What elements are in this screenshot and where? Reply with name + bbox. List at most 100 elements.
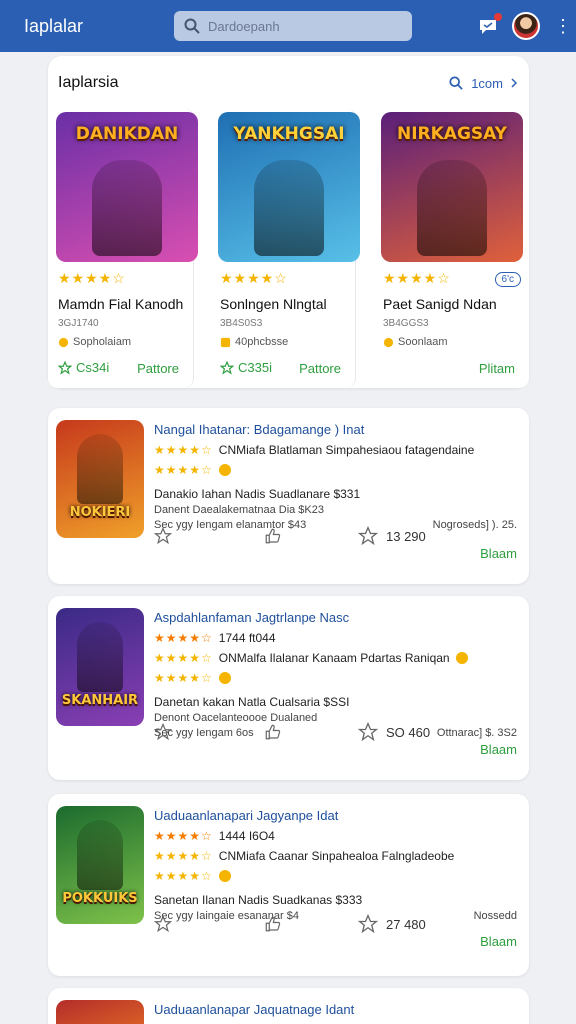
install-button[interactable]: Pattore [299, 361, 341, 376]
developer: 40phcbsse [220, 336, 288, 348]
get-button[interactable]: Blaam [480, 546, 517, 561]
game-list-item[interactable]: SKANHAIR Aspdahlanfaman Jagtrlanpe Nasc … [48, 596, 529, 780]
star-outline-icon [220, 360, 234, 375]
favorite-count[interactable]: 13 290 [358, 526, 426, 546]
cover-title: DANIKDAN [75, 124, 179, 144]
developer-name: 40phcbsse [235, 336, 289, 348]
rating-row-tertiary: ★★★★☆ [154, 671, 517, 685]
notification-button[interactable] [478, 13, 502, 36]
game-cover-art: YANKHGSAI [218, 112, 360, 262]
avatar[interactable] [512, 12, 540, 40]
title-extra: Jagyanpe Idat [256, 808, 339, 823]
count-label: SO 460 [386, 724, 431, 740]
thumbs-up-icon[interactable] [264, 527, 282, 545]
game-details: Danent Daealakematnaa Dia $K23 [154, 504, 517, 516]
search-bar[interactable] [174, 11, 412, 41]
favorite-count[interactable]: SO 460 [358, 722, 430, 742]
star-rating: ★★★★☆ [154, 631, 213, 645]
more-options-icon[interactable]: ⋮ [554, 17, 572, 35]
title-extra: Jagtrlanpe Nasc [255, 610, 350, 625]
star-outline-icon[interactable] [154, 723, 172, 741]
count-label: 13 290 [386, 528, 426, 544]
star-rating: ★★★★☆ [154, 869, 213, 883]
title-extra: Jaquatnage Idant [253, 1002, 355, 1017]
star-outline-icon [358, 722, 378, 742]
featured-game-card[interactable]: DANIKDAN ★★★★☆ Mamdn Fial Kanodh 3GJ1740… [48, 108, 198, 388]
game-meta: 3B4GGS3 [383, 318, 429, 329]
rating-row-secondary: ★★★★☆ [154, 463, 517, 477]
game-description: Danakio Iahan Nadis Suadlanare $331 [154, 487, 361, 501]
character-figure [77, 820, 123, 890]
game-name: Sonlngen Nlngtal [220, 296, 327, 312]
detail-right: Ottnarac] $. 3S2 [436, 727, 517, 739]
install-button[interactable]: Pattore [137, 361, 179, 376]
rating-text: 1444 I6O4 [218, 829, 275, 843]
title-main: Aspdahlanfaman [154, 610, 252, 625]
game-list-item[interactable]: Uaduaanlanapar Jaquatnage Idant ★★★★☆ [48, 988, 529, 1024]
rating-row: ★★★★☆ CNMiafa Blatlaman Simpahesiaou fat… [154, 443, 517, 457]
star-rating: ★★★★☆ [383, 270, 451, 286]
star-outline-icon [358, 914, 378, 934]
search-icon [184, 18, 200, 34]
title-extra: Bdagamange ) Inat [253, 422, 365, 437]
star-rating: ★★★★☆ [58, 270, 126, 286]
star-rating: ★★★★☆ [154, 849, 213, 863]
star-rating: ★★★★☆ [220, 270, 288, 286]
game-details: Sec ygy Iaingaie esananar $4 Nossedd [154, 910, 517, 922]
thumbs-up-icon[interactable] [264, 915, 282, 933]
game-title[interactable]: Nangal Ihatanar: Bdagamange ) Inat [154, 422, 517, 437]
rating-text: CNMiafa Blatlaman Simpahesiaou fatagenda… [218, 443, 475, 457]
title-main: Uaduaanlanapari [154, 808, 254, 823]
title-main: Uaduaanlanapar [154, 1002, 251, 1017]
game-description: Danetan kakan Natla Cualsaria $SSI [154, 695, 350, 709]
game-thumbnail: POKKUIKS [56, 806, 144, 924]
age-badge: 6'c [494, 272, 521, 287]
game-meta: 3GJ1740 [58, 318, 99, 329]
favorite-count[interactable]: 27 480 [358, 914, 426, 934]
get-button[interactable]: Blaam [480, 934, 517, 949]
game-thumbnail: SKANHAIR [56, 608, 144, 726]
search-icon [449, 76, 463, 90]
rating-row-secondary: ★★★★☆ ONMalfa Ilalanar Kanaam Pdartas Ra… [154, 651, 517, 665]
smiley-icon [455, 652, 468, 664]
get-button[interactable]: Blaam [480, 742, 517, 757]
game-title[interactable]: Uaduaanlanapari Jagyanpe Idat [154, 808, 517, 823]
game-list-item[interactable]: POKKUIKS Uaduaanlanapari Jagyanpe Idat ★… [48, 794, 529, 976]
thumbs-up-icon[interactable] [264, 723, 282, 741]
rating-text: CNMiafa Caanar Sinpahealoa Falngladeobe [218, 849, 455, 863]
star-outline-icon[interactable] [154, 527, 172, 545]
game-name: Paet Sanigd Ndan [383, 296, 497, 312]
featured-game-card[interactable]: YANKHGSAI ★★★★☆ Sonlngen Nlngtal 3B4S0S3… [210, 108, 360, 388]
rating-row: ★★★★☆ 1444 I6O4 [154, 829, 517, 843]
character-figure [92, 160, 162, 256]
developer: Sopholaiam [58, 336, 131, 348]
star-outline-icon[interactable] [154, 915, 172, 933]
developer-name: Soonlaam [398, 336, 448, 348]
see-all-link[interactable]: 1com [449, 76, 517, 91]
cover-title: YANKHGSAI [233, 124, 345, 144]
price-label: C335i [238, 360, 272, 375]
game-list-item[interactable]: NOKIERI Nangal Ihatanar: Bdagamange ) In… [48, 408, 529, 584]
detail-left: Danent Daealakematnaa Dia $K23 [154, 504, 325, 516]
publisher-icon [383, 337, 394, 348]
rating-row: ★★★★☆ 1744 ft044 [154, 631, 517, 645]
count-label: 27 480 [386, 916, 426, 932]
cover-title: SKANHAIR [61, 693, 139, 708]
rating-row-secondary: ★★★★☆ CNMiafa Caanar Sinpahealoa Falngla… [154, 849, 517, 863]
section-title: Iaplarsia [58, 74, 119, 91]
game-thumbnail [56, 1000, 144, 1024]
smiley-icon [218, 672, 231, 684]
detail-right: Nossedd [473, 910, 517, 922]
game-title[interactable]: Aspdahlanfaman Jagtrlanpe Nasc [154, 610, 517, 625]
game-cover-art: NIRKAGSAY [381, 112, 523, 262]
wishlist-price[interactable]: C335i [220, 360, 272, 375]
install-button[interactable]: Plitam [479, 361, 515, 376]
featured-game-card[interactable]: NIRKAGSAY ★★★★☆ 6'c Paet Sanigd Ndan 3B4… [373, 108, 529, 388]
game-title[interactable]: Uaduaanlanapar Jaquatnage Idant [154, 1002, 517, 1017]
smiley-icon [218, 464, 231, 476]
search-input[interactable] [208, 18, 388, 34]
rating-text: 1744 ft044 [218, 631, 276, 645]
star-outline-icon [58, 360, 72, 375]
wishlist-price[interactable]: Cs34i [58, 360, 109, 375]
app-title: Iaplalar [24, 15, 84, 36]
